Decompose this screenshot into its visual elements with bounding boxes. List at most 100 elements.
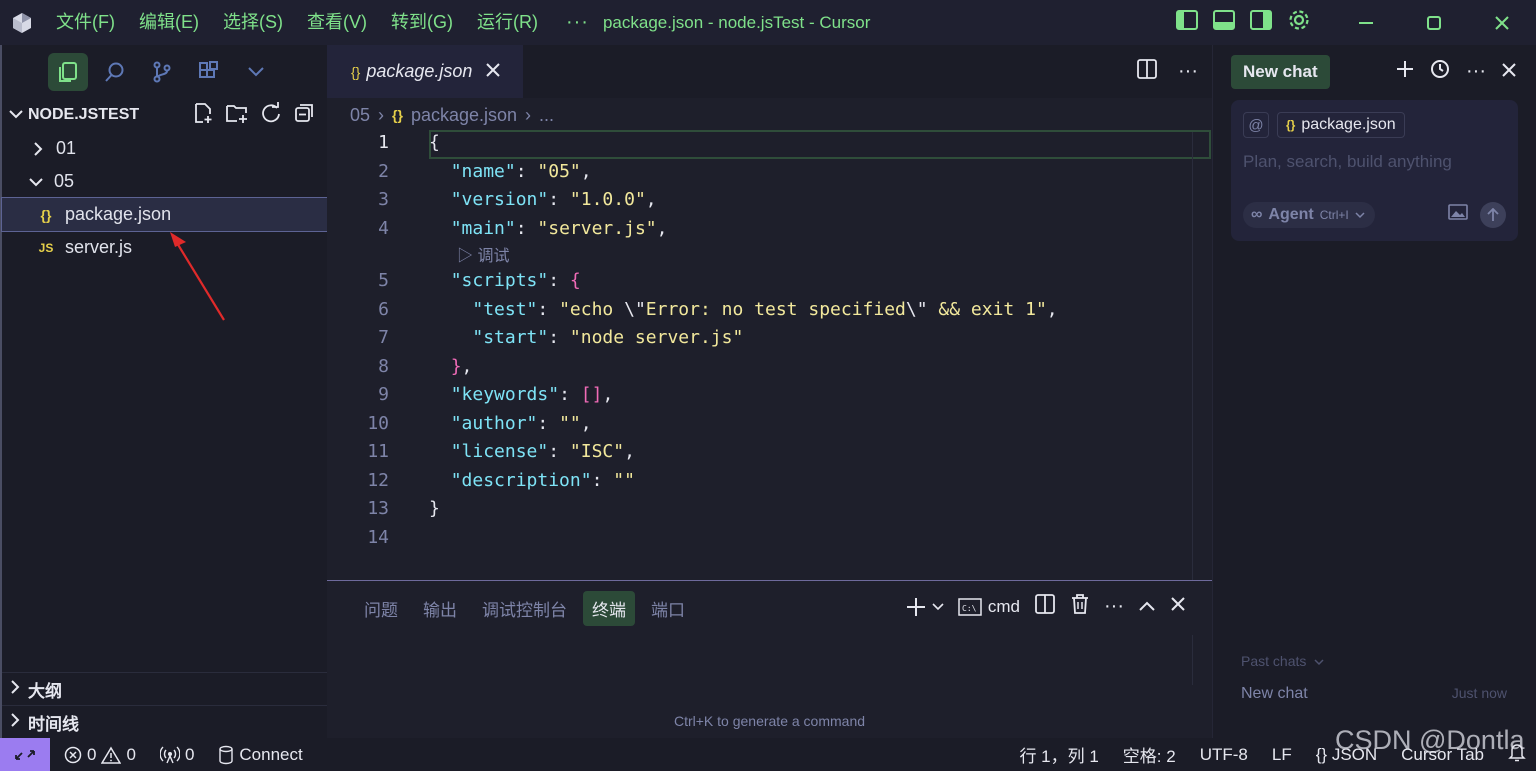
image-upload-icon[interactable] <box>1448 204 1468 225</box>
close-tab-icon[interactable] <box>486 61 501 82</box>
debug-codelens[interactable]: ▷ 调试 <box>457 242 509 266</box>
trash-icon[interactable] <box>1070 593 1090 620</box>
toggle-secondary-sidebar-icon[interactable] <box>1249 9 1273 36</box>
section-label: 时间线 <box>28 714 79 734</box>
send-arrow-icon[interactable] <box>1480 202 1506 228</box>
activity-bar <box>2 45 327 98</box>
terminal-shell-selector[interactable]: C:\ cmd <box>958 597 1020 617</box>
breadcrumb-symbol[interactable]: ... <box>539 105 554 126</box>
more-actions-icon[interactable]: ··· <box>1104 595 1124 618</box>
history-icon[interactable] <box>1430 59 1450 85</box>
settings-gear-icon[interactable] <box>1286 7 1312 38</box>
encoding[interactable]: UTF-8 <box>1200 745 1248 765</box>
tab-ports[interactable]: 端口 <box>642 591 694 626</box>
menu-edit[interactable]: 编辑(E) <box>127 0 211 45</box>
line-number: 11 <box>367 441 389 462</box>
sidebar-bottom-sections: 大纲 时间线 <box>2 672 327 738</box>
terminal-scrollbar[interactable] <box>1192 635 1212 685</box>
chat-input-field[interactable]: Plan, search, build anything <box>1243 152 1452 172</box>
chat-pane: New chat ··· @ {} package.json Plan, sea… <box>1212 45 1536 738</box>
cursor-logo-icon <box>0 0 44 45</box>
window-controls <box>1332 0 1536 45</box>
menu-more-button[interactable]: ··· <box>550 11 603 34</box>
problems-status[interactable]: 0 0 <box>64 745 136 765</box>
menu-file[interactable]: 文件(F) <box>44 0 127 45</box>
editor-tab-bar: {} package.json ··· <box>327 45 1212 98</box>
new-terminal-button[interactable] <box>906 597 944 617</box>
timeline-section[interactable]: 时间线 <box>2 705 327 738</box>
end-of-line[interactable]: LF <box>1272 745 1292 765</box>
tree-item-label: 01 <box>56 138 77 158</box>
new-folder-icon[interactable] <box>225 102 249 129</box>
agent-mode-selector[interactable]: ∞ Agent Ctrl+I <box>1243 202 1375 228</box>
explorer-icon[interactable] <box>48 52 88 91</box>
svg-text:C:\: C:\ <box>962 604 977 613</box>
menu-selection[interactable]: 选择(S) <box>211 0 295 45</box>
outline-section[interactable]: 大纲 <box>2 672 327 705</box>
json-file-icon: {} <box>40 206 52 223</box>
code-line: "author": "", <box>450 413 592 434</box>
remote-indicator-icon[interactable] <box>0 738 50 771</box>
chevron-down-icon[interactable] <box>236 53 276 91</box>
line-number: 9 <box>378 384 389 405</box>
toggle-sidebar-icon[interactable] <box>1175 9 1199 36</box>
explorer-header[interactable]: NODE.JSTEST <box>2 98 327 132</box>
breadcrumb-file[interactable]: package.json <box>411 105 517 126</box>
line-number: 6 <box>378 299 389 320</box>
maximize-icon[interactable] <box>1400 0 1468 45</box>
infinity-icon: ∞ <box>1251 206 1263 223</box>
new-chat-tab[interactable]: New chat <box>1231 54 1330 89</box>
tab-terminal[interactable]: 终端 <box>583 590 635 626</box>
breadcrumb-folder[interactable]: 05 <box>350 105 370 126</box>
menu-view[interactable]: 查看(V) <box>295 0 379 45</box>
menu-go[interactable]: 转到(G) <box>379 0 465 45</box>
code-line: "main": "server.js", <box>450 218 668 239</box>
refresh-icon[interactable] <box>260 101 282 129</box>
close-chat-icon[interactable] <box>1502 60 1516 83</box>
tree-folder-01[interactable]: 01 <box>2 132 327 165</box>
collapse-all-icon[interactable] <box>293 102 315 129</box>
tree-file-package-json[interactable]: {} package.json <box>1 197 328 232</box>
editor-scrollbar[interactable] <box>1192 132 1212 581</box>
terminal-hint: Ctrl+K to generate a command <box>673 713 866 729</box>
menu-run[interactable]: 运行(R) <box>465 0 550 45</box>
warning-icon <box>101 746 122 764</box>
tree-item-label: 05 <box>54 171 75 191</box>
code-line: "version": "1.0.0", <box>450 189 657 210</box>
tab-debug-console[interactable]: 调试控制台 <box>473 591 576 626</box>
maximize-panel-icon[interactable] <box>1138 597 1156 617</box>
close-panel-icon[interactable] <box>1170 596 1186 617</box>
chevron-down-icon <box>932 602 944 610</box>
split-editor-icon[interactable] <box>1136 58 1158 85</box>
watermark: CSDN @Dontla <box>1335 725 1525 755</box>
toggle-panel-icon[interactable] <box>1212 9 1236 36</box>
more-actions-icon[interactable]: ··· <box>1178 60 1198 83</box>
ports-status[interactable]: 0 <box>159 745 194 765</box>
tab-output[interactable]: 输出 <box>414 591 466 626</box>
search-icon[interactable] <box>95 53 135 91</box>
tab-package-json[interactable]: {} package.json <box>327 45 523 98</box>
tab-problems[interactable]: 问题 <box>355 591 407 626</box>
plus-icon[interactable] <box>1396 60 1414 84</box>
past-chats-header[interactable]: Past chats <box>1241 653 1324 669</box>
line-number: 3 <box>378 189 389 210</box>
add-context-button[interactable]: @ <box>1243 112 1269 138</box>
cursor-position[interactable]: 行 1，列 1 <box>1019 742 1098 767</box>
minimize-icon[interactable] <box>1332 0 1400 45</box>
close-window-icon[interactable] <box>1468 0 1536 45</box>
chat-header: New chat ··· <box>1213 45 1536 98</box>
context-file-pill[interactable]: {} package.json <box>1277 112 1405 138</box>
indentation[interactable]: 空格: 2 <box>1123 742 1176 767</box>
chat-input-box: @ {} package.json Plan, search, build an… <box>1231 100 1518 241</box>
split-terminal-icon[interactable] <box>1034 593 1056 620</box>
past-chat-item[interactable]: New chat Just now <box>1241 685 1507 703</box>
past-chat-time: Just now <box>1451 685 1507 701</box>
tree-folder-05[interactable]: 05 <box>2 165 327 198</box>
extensions-icon[interactable] <box>189 53 229 91</box>
source-control-icon[interactable] <box>142 53 182 91</box>
line-number: 7 <box>378 327 389 348</box>
connect-status[interactable]: Connect <box>218 745 303 765</box>
code-line: "start": "node server.js" <box>472 327 744 348</box>
more-actions-icon[interactable]: ··· <box>1466 60 1486 83</box>
new-file-icon[interactable] <box>192 102 214 129</box>
